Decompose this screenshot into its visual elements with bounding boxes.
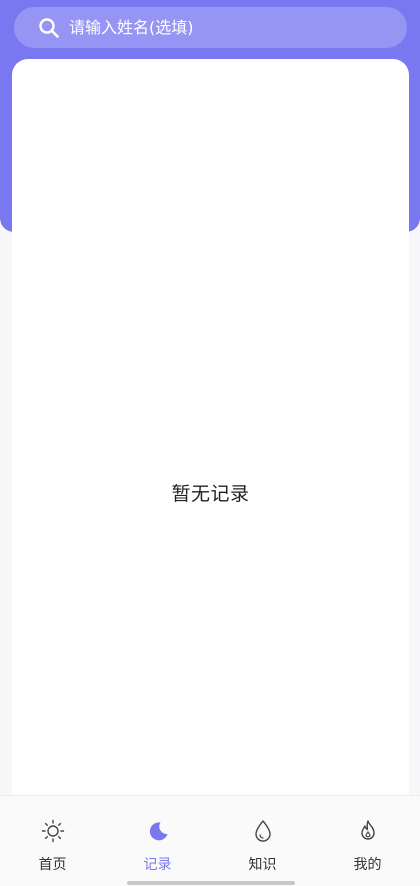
- search-icon[interactable]: [38, 17, 60, 39]
- tab-home-label: 首页: [38, 857, 67, 873]
- sun-icon: [40, 818, 66, 844]
- tab-home[interactable]: 首页: [0, 796, 105, 886]
- bottom-tab-bar: 首页 记录 知识 我的: [0, 795, 420, 886]
- home-indicator[interactable]: [127, 881, 295, 885]
- records-card: 暂无记录: [12, 59, 409, 799]
- flame-icon: [355, 818, 381, 844]
- tab-records-label: 记录: [143, 857, 172, 873]
- tab-profile-label: 我的: [353, 857, 382, 873]
- search-bar[interactable]: [14, 7, 407, 48]
- moon-icon: [145, 818, 171, 844]
- empty-state-text: 暂无记录: [171, 483, 250, 505]
- tab-records[interactable]: 记录: [105, 796, 210, 886]
- name-search-input[interactable]: [69, 18, 369, 37]
- drop-icon: [250, 818, 276, 844]
- tab-knowledge[interactable]: 知识: [210, 796, 315, 886]
- tab-knowledge-label: 知识: [248, 857, 277, 873]
- tab-profile[interactable]: 我的: [315, 796, 420, 886]
